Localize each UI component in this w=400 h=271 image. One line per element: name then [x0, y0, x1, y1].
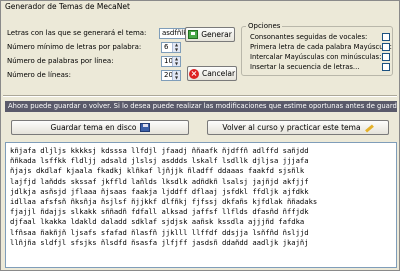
- spinner-arrows-icon[interactable]: ▲ ▼: [172, 56, 180, 66]
- cancel-label: Cancelar: [201, 69, 236, 78]
- words-per-line-label: Número de palabras por línea:: [7, 57, 114, 65]
- spinner-arrows-icon[interactable]: ▲ ▼: [172, 42, 180, 52]
- min-letters-stepper[interactable]: 6 ▲ ▼: [161, 42, 181, 53]
- window-title: Generador de Temas de MecaNet: [1, 1, 399, 13]
- spinner-arrows-icon[interactable]: ▲ ▼: [172, 70, 180, 80]
- option-first-upper[interactable]: Primera letra de cada palabra Mayúscula:: [250, 43, 392, 53]
- checkbox[interactable]: [382, 63, 390, 71]
- divider: [3, 96, 397, 97]
- return-button[interactable]: Volver al curso y practicar este tema: [207, 120, 389, 135]
- options-group: Opciones Consonantes seguidas de vocales…: [241, 22, 393, 76]
- text-line: djfaal lkakka ldakld daladd sdklaf sjdjs…: [10, 217, 305, 227]
- option-label: Consonantes seguidas de vocales:: [250, 33, 368, 41]
- return-label: Volver al curso y practicar este tema: [222, 123, 361, 132]
- option-label: Intercalar Mayúsculas con minúsculas:: [250, 53, 382, 61]
- text-line: kñjafa dljljs kkkksj kdsssa llfdjl jfaad…: [10, 146, 309, 155]
- pencil-icon: [364, 123, 374, 133]
- option-label: Insertar la secuencia de letras...: [250, 63, 360, 71]
- save-label: Guardar tema en disco: [50, 123, 137, 132]
- words-per-line-stepper[interactable]: 10 ▲ ▼: [161, 56, 181, 67]
- text-line: ñjajs dkdlaf kjaala fkadkj klñkaf ljñjjk…: [10, 166, 305, 176]
- option-label: Primera letra de cada palabra Mayúscula:: [250, 43, 392, 51]
- cancel-button[interactable]: × Cancelar: [187, 66, 237, 81]
- text-line: llñjña sldfjl sfsjks ñlsdfd ñsasfa jlfjf…: [10, 237, 309, 247]
- disk-icon: [139, 123, 150, 132]
- checkbox[interactable]: [382, 43, 390, 51]
- option-insert-sequence[interactable]: Insertar la secuencia de letras...: [250, 63, 390, 73]
- checkbox[interactable]: [382, 53, 390, 61]
- generate-icon: [188, 30, 199, 39]
- option-consonants[interactable]: Consonantes seguidas de vocales:: [250, 33, 390, 43]
- letters-label: Letras con las que se generará el tema:: [7, 29, 147, 37]
- generated-text-area[interactable]: kñjafa dljljs kkkksj kdsssa llfdjl jfaad…: [5, 142, 397, 268]
- close-icon: ×: [188, 68, 199, 79]
- option-alternate-case[interactable]: Intercalar Mayúsculas con minúsculas:: [250, 53, 390, 63]
- lines-stepper[interactable]: 20 ▲ ▼: [161, 70, 181, 81]
- save-button[interactable]: Guardar tema en disco: [11, 120, 189, 135]
- generate-label: Generar: [201, 30, 232, 39]
- lines-label: Número de líneas:: [7, 71, 71, 79]
- text-line: idllaa afsfsñ ñksñja ñsjlsf ñjjkkf dlfñk…: [10, 196, 318, 206]
- text-line: lajfjd lañdds skssaf jkffld lañlds lksdl…: [10, 176, 309, 186]
- text-line: lfñsaa ñakñjñ ljsafs sfafad ñlasfñ jjkll…: [10, 227, 309, 237]
- text-line: ññkada lsffkk fldljj adsald jlslsj asddd…: [10, 156, 309, 166]
- min-letters-label: Número mínimo de letras por palabra:: [7, 43, 142, 51]
- generated-text: kñjafa dljljs kkkksj kdsssa llfdjl jfaad…: [6, 143, 396, 248]
- min-letters-value: 6: [164, 43, 169, 51]
- text-line: fjajjl ñdajjs slkakk sññadñ fdfall alksa…: [10, 207, 309, 217]
- checkbox[interactable]: [382, 33, 390, 41]
- text-line: jdlkja asñsjd jflaaa ñjsaas faakja ljddf…: [10, 186, 309, 196]
- options-legend: Opciones: [246, 22, 283, 30]
- generate-button[interactable]: Generar: [185, 27, 235, 42]
- app-window: Generador de Temas de MecaNet Letras con…: [0, 0, 400, 271]
- info-banner: Ahora puede guardar o volver. Si lo dese…: [5, 101, 397, 112]
